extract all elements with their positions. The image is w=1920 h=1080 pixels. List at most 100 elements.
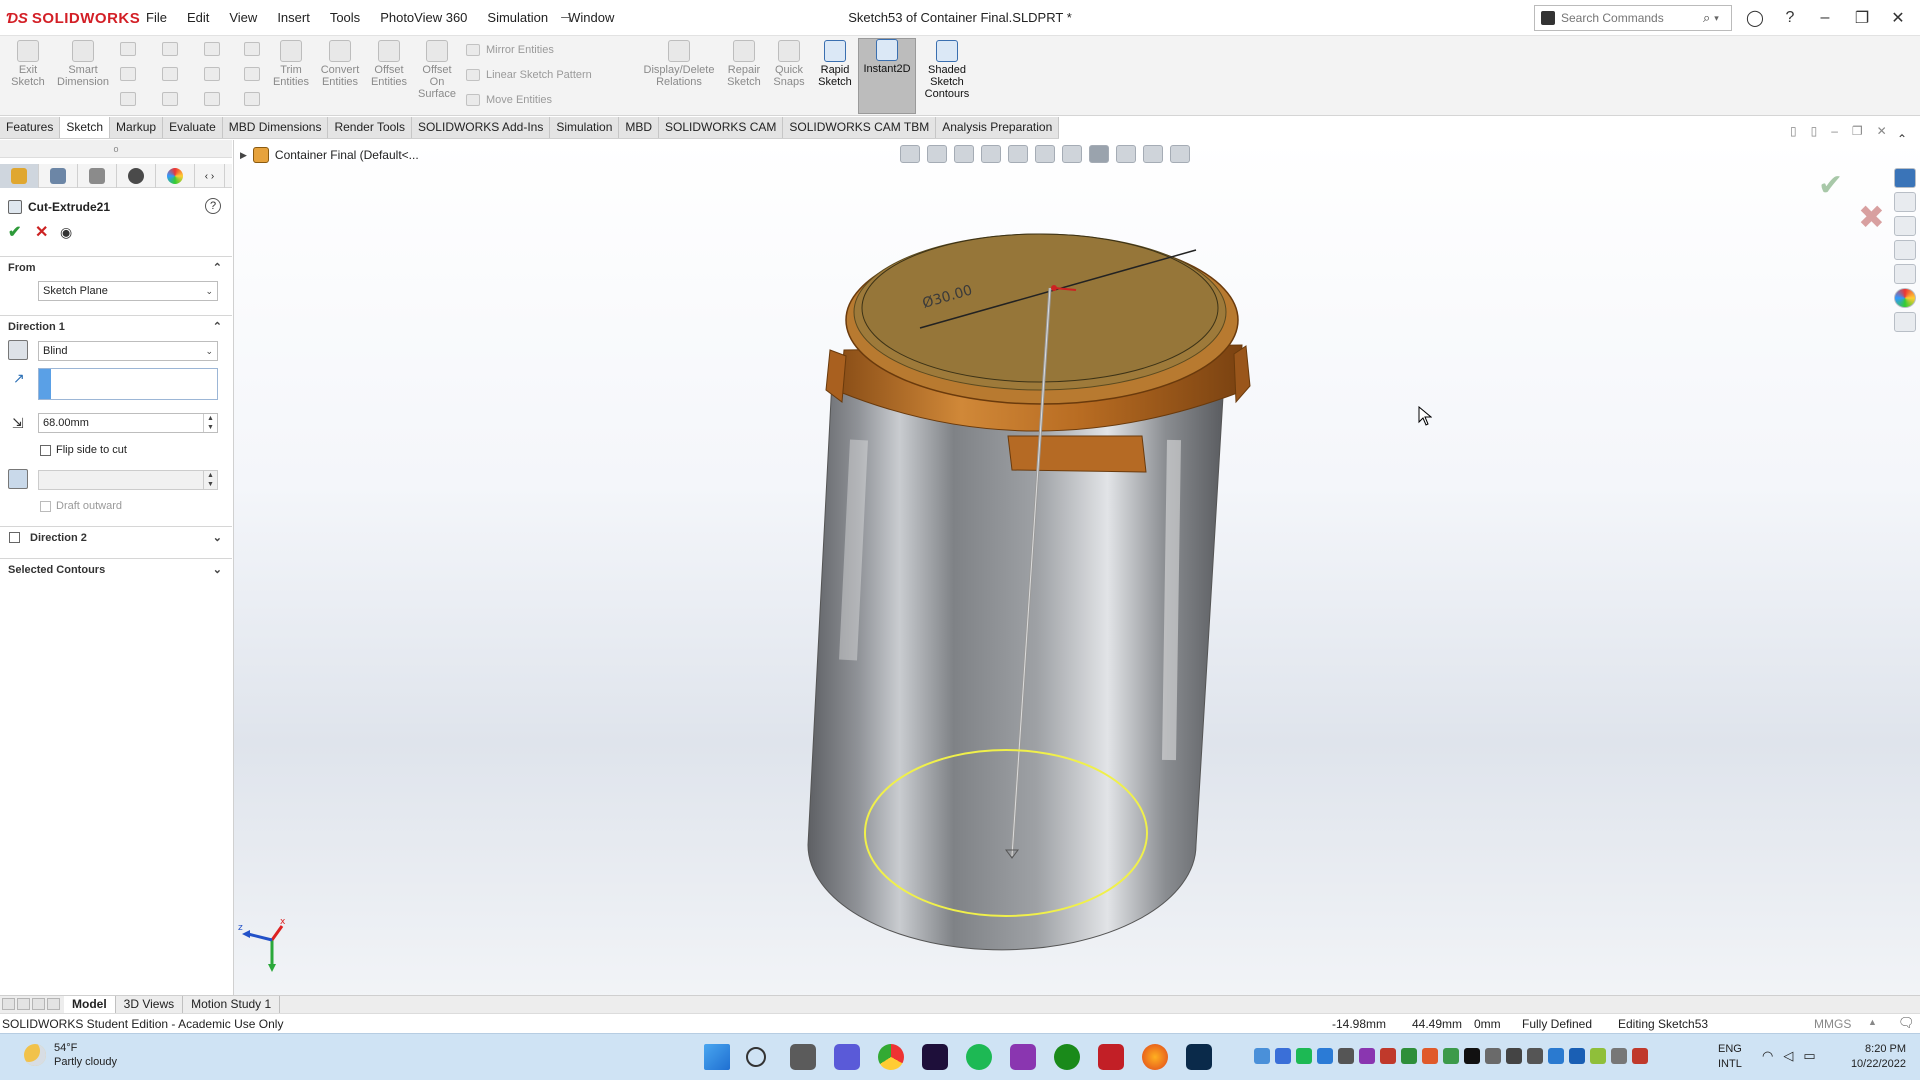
featuremanager-tab[interactable] <box>0 164 39 188</box>
convert-entities-button[interactable]: Convert Entities <box>316 40 364 88</box>
file-explorer-icon[interactable] <box>1894 240 1916 260</box>
menu-insert[interactable]: Insert <box>267 0 320 36</box>
view-palette-icon[interactable] <box>1894 264 1916 284</box>
draft-on-off-icon[interactable] <box>8 469 28 489</box>
feature-tree-flyout[interactable]: ▶ Container Final (Default<... <box>240 146 419 164</box>
draft-angle-input[interactable]: ▲ ▼ <box>38 470 218 490</box>
tray-app-icon[interactable] <box>1443 1048 1459 1064</box>
taskbar-clock[interactable]: 8:20 PM 10/22/2022 <box>1844 1042 1906 1072</box>
pm-help-icon[interactable]: ? <box>205 198 221 214</box>
menu-photoview[interactable]: PhotoView 360 <box>370 0 477 36</box>
zoom-to-area-icon[interactable] <box>927 145 947 163</box>
appearances-icon[interactable] <box>1894 288 1916 308</box>
flip-side-to-cut-checkbox[interactable]: Flip side to cut <box>40 444 127 456</box>
search-taskbar-icon[interactable] <box>746 1047 766 1067</box>
tray-app-icon[interactable] <box>1485 1048 1501 1064</box>
menu-tools[interactable]: Tools <box>320 0 370 36</box>
tab-addins[interactable]: SOLIDWORKS Add-Ins <box>411 117 551 138</box>
tab-motion-study-1[interactable]: Motion Study 1 <box>183 996 281 1013</box>
solidworks-resources-icon[interactable] <box>1894 168 1916 188</box>
display-manager-tab[interactable] <box>156 164 195 188</box>
configurationmanager-tab[interactable] <box>78 164 117 188</box>
display-style-icon[interactable] <box>1062 145 1082 163</box>
rectangle-icon[interactable] <box>120 67 136 81</box>
tray-app-icon[interactable] <box>1527 1048 1543 1064</box>
line-icon[interactable] <box>120 42 136 56</box>
instant2d-button[interactable]: Instant2D <box>858 38 916 114</box>
comment-icon[interactable]: 🗨 <box>1898 1015 1915 1031</box>
tray-app-icon[interactable] <box>1632 1048 1648 1064</box>
point-icon[interactable] <box>244 92 260 106</box>
menu-simulation[interactable]: Simulation <box>477 0 558 36</box>
menu-view[interactable]: View <box>219 0 267 36</box>
xbox-icon[interactable] <box>1054 1044 1080 1070</box>
text-icon[interactable] <box>244 67 260 81</box>
help-circle-icon[interactable]: ? <box>1780 8 1800 28</box>
spin-arrows-icon[interactable]: ▲ ▼ <box>203 414 217 432</box>
tray-app-icon[interactable] <box>1611 1048 1627 1064</box>
dynamic-annotation-icon[interactable] <box>1008 145 1028 163</box>
tray-app-icon[interactable] <box>1401 1048 1417 1064</box>
rapid-sketch-button[interactable]: Rapid Sketch <box>812 40 858 88</box>
tray-app-icon[interactable] <box>1317 1048 1333 1064</box>
after-effects-icon[interactable] <box>922 1044 948 1070</box>
doc-close-icon[interactable]: ✕ <box>1877 124 1887 138</box>
arc-icon[interactable] <box>162 67 178 81</box>
panel-splitter[interactable]: o <box>0 140 232 158</box>
direction2-checkbox[interactable] <box>9 532 20 543</box>
detailed-preview-eye-icon[interactable]: ◉ <box>60 224 72 241</box>
search-input[interactable] <box>1561 11 1701 25</box>
tile-left-icon[interactable]: ▯ <box>1790 124 1797 138</box>
view-settings-icon[interactable] <box>1170 145 1190 163</box>
ellipse-icon[interactable] <box>204 67 220 81</box>
tray-nvidia-icon[interactable] <box>1464 1048 1480 1064</box>
tab-cam-tbm[interactable]: SOLIDWORKS CAM TBM <box>783 117 937 138</box>
repair-sketch-button[interactable]: Repair Sketch <box>722 40 766 88</box>
tray-app-icon[interactable] <box>1338 1048 1354 1064</box>
view-orientation-icon[interactable] <box>1035 145 1055 163</box>
teams-chat-icon[interactable] <box>834 1044 860 1070</box>
podcast-app-icon[interactable] <box>1010 1044 1036 1070</box>
solidworks-taskbar-icon[interactable] <box>1098 1044 1124 1070</box>
section-direction2-header[interactable]: Direction 2 ⌄ <box>0 526 232 548</box>
spline-icon[interactable] <box>204 42 220 56</box>
move-entities-button[interactable]: Move Entities <box>466 94 552 106</box>
menu-file[interactable]: File <box>136 0 177 36</box>
system-icons[interactable]: ◠ ◁ ▭ <box>1762 1048 1816 1064</box>
tab-render-tools[interactable]: Render Tools <box>328 117 412 138</box>
tab-markup[interactable]: Markup <box>110 117 164 138</box>
close-icon[interactable]: ✕ <box>1888 8 1908 28</box>
section-direction1-header[interactable]: Direction 1 ⌃ <box>0 315 232 337</box>
solidworks-logo[interactable]: ƊS SOLIDWORKS <box>6 8 140 28</box>
end-condition-dropdown[interactable]: Blind ⌄ <box>38 341 218 361</box>
mirror-entities-button[interactable]: Mirror Entities <box>466 44 554 56</box>
from-dropdown[interactable]: Sketch Plane ⌄ <box>38 281 218 301</box>
apply-scene-icon[interactable] <box>1143 145 1163 163</box>
ok-check-icon[interactable]: ✔ <box>8 222 21 242</box>
tray-app-icon[interactable] <box>1590 1048 1606 1064</box>
direction-selection-box[interactable] <box>38 368 218 400</box>
tray-spotify-icon[interactable] <box>1296 1048 1312 1064</box>
tray-bluetooth-icon[interactable] <box>1569 1048 1585 1064</box>
user-account-icon[interactable]: ◯ <box>1745 8 1765 28</box>
polygon-icon[interactable] <box>162 92 178 106</box>
home-icon[interactable] <box>1894 192 1916 212</box>
section-from-header[interactable]: From ⌃ <box>0 256 232 278</box>
slot-icon[interactable] <box>120 92 136 106</box>
edit-appearance-icon[interactable] <box>1116 145 1136 163</box>
tray-app-icon[interactable] <box>1506 1048 1522 1064</box>
circle-icon[interactable] <box>162 42 178 56</box>
tray-app-icon[interactable] <box>1422 1048 1438 1064</box>
task-view-icon[interactable] <box>790 1044 816 1070</box>
windows-start-icon[interactable] <box>704 1044 730 1070</box>
tab-scroll-buttons[interactable] <box>2 997 64 1012</box>
hide-show-items-icon[interactable] <box>1089 145 1109 163</box>
confirmation-corner-ok-icon[interactable]: ✔ <box>1818 168 1843 203</box>
graphics-area[interactable]: Ø30.00 ▶ Container Final (Default<... ▯ … <box>234 124 1920 1002</box>
shaded-sketch-contours-button[interactable]: Shaded Sketch Contours <box>918 40 976 100</box>
tray-app-icon[interactable] <box>1275 1048 1291 1064</box>
minimize-icon[interactable]: – <box>1815 8 1835 28</box>
propertymanager-tab[interactable] <box>39 164 78 188</box>
custom-properties-icon[interactable] <box>1894 312 1916 332</box>
restore-icon[interactable]: ❐ <box>1852 8 1872 28</box>
